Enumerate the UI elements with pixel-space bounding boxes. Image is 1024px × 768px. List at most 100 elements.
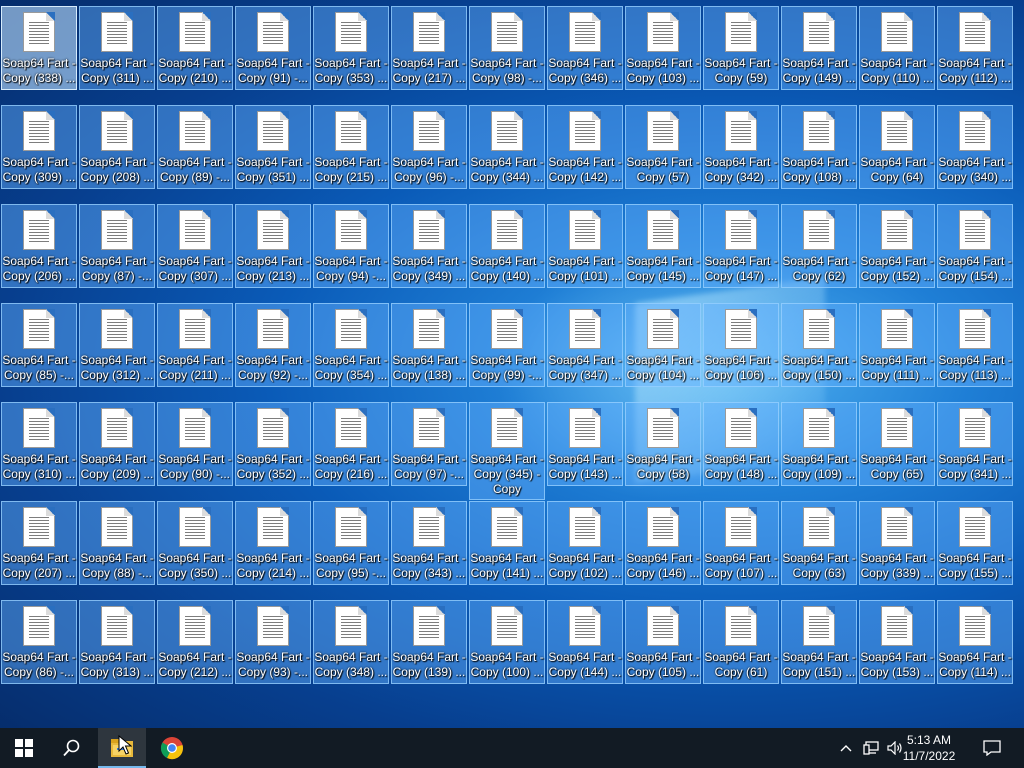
desktop-file-icon[interactable]: Soap64 Fart - Copy (138) ... bbox=[391, 303, 467, 387]
desktop-file-icon[interactable]: Soap64 Fart - Copy (312) ... bbox=[79, 303, 155, 387]
desktop-file-icon[interactable]: Soap64 Fart - Copy (61) bbox=[703, 600, 779, 684]
desktop-file-icon[interactable]: Soap64 Fart - Copy (63) bbox=[781, 501, 857, 585]
show-hidden-icons-button[interactable] bbox=[836, 728, 856, 768]
desktop-file-icon[interactable]: Soap64 Fart - Copy (101) ... bbox=[547, 204, 623, 288]
desktop-file-icon[interactable]: Soap64 Fart - Copy (146) ... bbox=[625, 501, 701, 585]
desktop-file-icon[interactable]: Soap64 Fart - Copy (214) ... bbox=[235, 501, 311, 585]
desktop-file-icon[interactable]: Soap64 Fart - Copy (155) ... bbox=[937, 501, 1013, 585]
clock[interactable]: 5:13 AM 11/7/2022 bbox=[894, 732, 964, 764]
desktop-file-icon[interactable]: Soap64 Fart - Copy (90) -... bbox=[157, 402, 233, 486]
desktop-file-icon[interactable]: Soap64 Fart - Copy (150) ... bbox=[781, 303, 857, 387]
network-button[interactable] bbox=[860, 728, 882, 768]
desktop-file-icon[interactable]: Soap64 Fart - Copy (59) bbox=[703, 6, 779, 90]
desktop-file-icon[interactable]: Soap64 Fart - Copy (143) ... bbox=[547, 402, 623, 486]
desktop-file-icon[interactable]: Soap64 Fart - Copy (352) ... bbox=[235, 402, 311, 486]
file-label-line2: Copy (150) ... bbox=[782, 368, 856, 382]
desktop-file-icon[interactable]: Soap64 Fart - Copy (98) -... bbox=[469, 6, 545, 90]
desktop-file-icon[interactable]: Soap64 Fart - Copy (216) ... bbox=[313, 402, 389, 486]
desktop-file-icon[interactable]: Soap64 Fart - Copy (65) bbox=[859, 402, 935, 486]
desktop-file-icon[interactable]: Soap64 Fart - Copy (142) ... bbox=[547, 105, 623, 189]
desktop-file-icon[interactable]: Soap64 Fart - Copy (87) -... bbox=[79, 204, 155, 288]
desktop-file-icon[interactable]: Soap64 Fart - Copy (339) ... bbox=[859, 501, 935, 585]
desktop-file-icon[interactable]: Soap64 Fart - Copy (58) bbox=[625, 402, 701, 486]
desktop-file-icon[interactable]: Soap64 Fart - Copy (342) ... bbox=[703, 105, 779, 189]
desktop-file-icon[interactable]: Soap64 Fart - Copy (113) ... bbox=[937, 303, 1013, 387]
desktop-file-icon[interactable]: Soap64 Fart - Copy (105) ... bbox=[625, 600, 701, 684]
desktop-file-icon[interactable]: Soap64 Fart - Copy (313) ... bbox=[79, 600, 155, 684]
desktop-file-icon[interactable]: Soap64 Fart - Copy (307) ... bbox=[157, 204, 233, 288]
desktop-file-icon[interactable]: Soap64 Fart - Copy (349) ... bbox=[391, 204, 467, 288]
desktop-file-icon[interactable]: Soap64 Fart - Copy (139) ... bbox=[391, 600, 467, 684]
desktop-file-icon[interactable]: Soap64 Fart - Copy (309) ... bbox=[1, 105, 77, 189]
desktop-file-icon[interactable]: Soap64 Fart - Copy (151) ... bbox=[781, 600, 857, 684]
desktop-file-icon[interactable]: Soap64 Fart - Copy (211) ... bbox=[157, 303, 233, 387]
desktop-file-icon[interactable]: Soap64 Fart - Copy (88) -... bbox=[79, 501, 155, 585]
search-button[interactable] bbox=[48, 728, 96, 768]
desktop-file-icon[interactable]: Soap64 Fart - Copy (57) bbox=[625, 105, 701, 189]
desktop-file-icon[interactable]: Soap64 Fart - Copy (213) ... bbox=[235, 204, 311, 288]
desktop-file-icon[interactable]: Soap64 Fart - Copy (140) ... bbox=[469, 204, 545, 288]
desktop-file-icon[interactable]: Soap64 Fart - Copy (347) ... bbox=[547, 303, 623, 387]
desktop-file-icon[interactable]: Soap64 Fart - Copy (345) - Copy bbox=[469, 402, 545, 500]
desktop-file-icon[interactable]: Soap64 Fart - Copy (152) ... bbox=[859, 204, 935, 288]
desktop-file-icon[interactable]: Soap64 Fart - Copy (210) ... bbox=[157, 6, 233, 90]
taskbar-chrome[interactable] bbox=[148, 728, 196, 768]
desktop-file-icon[interactable]: Soap64 Fart - Copy (141) ... bbox=[469, 501, 545, 585]
desktop-file-icon[interactable]: Soap64 Fart - Copy (145) ... bbox=[625, 204, 701, 288]
desktop-file-icon[interactable]: Soap64 Fart - Copy (338) ... bbox=[1, 6, 77, 90]
desktop-file-icon[interactable]: Soap64 Fart - Copy (92) -... bbox=[235, 303, 311, 387]
desktop-file-icon[interactable]: Soap64 Fart - Copy (310) ... bbox=[1, 402, 77, 486]
desktop-file-icon[interactable]: Soap64 Fart - Copy (114) ... bbox=[937, 600, 1013, 684]
desktop-file-icon[interactable]: Soap64 Fart - Copy (341) ... bbox=[937, 402, 1013, 486]
desktop-file-icon[interactable]: Soap64 Fart - Copy (346) ... bbox=[547, 6, 623, 90]
desktop-file-icon[interactable]: Soap64 Fart - Copy (149) ... bbox=[781, 6, 857, 90]
file-label: Soap64 Fart - Copy (213) ... bbox=[235, 254, 311, 284]
start-button[interactable] bbox=[0, 728, 48, 768]
desktop-file-icon[interactable]: Soap64 Fart - Copy (91) -... bbox=[235, 6, 311, 90]
desktop-file-icon[interactable]: Soap64 Fart - Copy (147) ... bbox=[703, 204, 779, 288]
desktop-file-icon[interactable]: Soap64 Fart - Copy (348) ... bbox=[313, 600, 389, 684]
desktop-file-icon[interactable]: Soap64 Fart - Copy (107) ... bbox=[703, 501, 779, 585]
desktop-file-icon[interactable]: Soap64 Fart - Copy (354) ... bbox=[313, 303, 389, 387]
desktop-file-icon[interactable]: Soap64 Fart - Copy (110) ... bbox=[859, 6, 935, 90]
desktop-file-icon[interactable]: Soap64 Fart - Copy (86) -... bbox=[1, 600, 77, 684]
desktop-file-icon[interactable]: Soap64 Fart - Copy (154) ... bbox=[937, 204, 1013, 288]
desktop-file-icon[interactable]: Soap64 Fart - Copy (351) ... bbox=[235, 105, 311, 189]
desktop-file-icon[interactable]: Soap64 Fart - Copy (206) ... bbox=[1, 204, 77, 288]
desktop-file-icon[interactable]: Soap64 Fart - Copy (153) ... bbox=[859, 600, 935, 684]
desktop-file-icon[interactable]: Soap64 Fart - Copy (148) ... bbox=[703, 402, 779, 486]
desktop-file-icon[interactable]: Soap64 Fart - Copy (106) ... bbox=[703, 303, 779, 387]
desktop-file-icon[interactable]: Soap64 Fart - Copy (112) ... bbox=[937, 6, 1013, 90]
desktop-file-icon[interactable]: Soap64 Fart - Copy (209) ... bbox=[79, 402, 155, 486]
desktop-file-icon[interactable]: Soap64 Fart - Copy (144) ... bbox=[547, 600, 623, 684]
desktop-file-icon[interactable]: Soap64 Fart - Copy (108) ... bbox=[781, 105, 857, 189]
desktop-file-icon[interactable]: Soap64 Fart - Copy (99) -... bbox=[469, 303, 545, 387]
desktop-file-icon[interactable]: Soap64 Fart - Copy (62) bbox=[781, 204, 857, 288]
desktop-file-icon[interactable]: Soap64 Fart - Copy (344) ... bbox=[469, 105, 545, 189]
desktop-file-icon[interactable]: Soap64 Fart - Copy (311) ... bbox=[79, 6, 155, 90]
desktop-file-icon[interactable]: Soap64 Fart - Copy (97) -... bbox=[391, 402, 467, 486]
desktop-file-icon[interactable]: Soap64 Fart - Copy (64) bbox=[859, 105, 935, 189]
desktop-file-icon[interactable]: Soap64 Fart - Copy (96) -... bbox=[391, 105, 467, 189]
action-center-button[interactable] bbox=[976, 728, 1008, 768]
desktop-file-icon[interactable]: Soap64 Fart - Copy (208) ... bbox=[79, 105, 155, 189]
desktop-file-icon[interactable]: Soap64 Fart - Copy (102) ... bbox=[547, 501, 623, 585]
desktop-file-icon[interactable]: Soap64 Fart - Copy (212) ... bbox=[157, 600, 233, 684]
desktop-file-icon[interactable]: Soap64 Fart - Copy (111) ... bbox=[859, 303, 935, 387]
desktop-file-icon[interactable]: Soap64 Fart - Copy (109) ... bbox=[781, 402, 857, 486]
desktop-file-icon[interactable]: Soap64 Fart - Copy (350) ... bbox=[157, 501, 233, 585]
desktop-file-icon[interactable]: Soap64 Fart - Copy (104) ... bbox=[625, 303, 701, 387]
desktop-file-icon[interactable]: Soap64 Fart - Copy (340) ... bbox=[937, 105, 1013, 189]
desktop-file-icon[interactable]: Soap64 Fart - Copy (95) -... bbox=[313, 501, 389, 585]
desktop-file-icon[interactable]: Soap64 Fart - Copy (85) -... bbox=[1, 303, 77, 387]
desktop-file-icon[interactable]: Soap64 Fart - Copy (217) ... bbox=[391, 6, 467, 90]
desktop-file-icon[interactable]: Soap64 Fart - Copy (94) -... bbox=[313, 204, 389, 288]
desktop-file-icon[interactable]: Soap64 Fart - Copy (353) ... bbox=[313, 6, 389, 90]
desktop-file-icon[interactable]: Soap64 Fart - Copy (215) ... bbox=[313, 105, 389, 189]
desktop-file-icon[interactable]: Soap64 Fart - Copy (93) -... bbox=[235, 600, 311, 684]
desktop-file-icon[interactable]: Soap64 Fart - Copy (100) ... bbox=[469, 600, 545, 684]
desktop-file-icon[interactable]: Soap64 Fart - Copy (343) ... bbox=[391, 501, 467, 585]
desktop-file-icon[interactable]: Soap64 Fart - Copy (89) -... bbox=[157, 105, 233, 189]
desktop-file-icon[interactable]: Soap64 Fart - Copy (207) ... bbox=[1, 501, 77, 585]
desktop-file-icon[interactable]: Soap64 Fart - Copy (103) ... bbox=[625, 6, 701, 90]
